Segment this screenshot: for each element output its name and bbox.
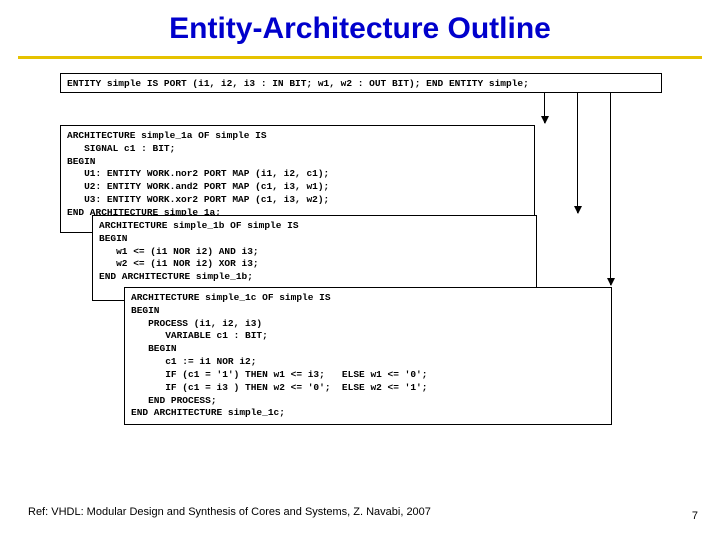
diagram-stage: ENTITY simple IS PORT (i1, i2, i3 : IN B… bbox=[40, 73, 680, 453]
arrow-to-arch-c bbox=[610, 93, 611, 285]
arrow-to-arch-b bbox=[577, 93, 578, 213]
arrow-to-arch-a bbox=[544, 93, 545, 123]
architecture-1c-box: ARCHITECTURE simple_1c OF simple IS BEGI… bbox=[124, 287, 612, 425]
reference-citation: Ref: VHDL: Modular Design and Synthesis … bbox=[28, 506, 431, 518]
page-number: 7 bbox=[692, 510, 698, 522]
title-divider bbox=[18, 56, 702, 59]
entity-declaration-box: ENTITY simple IS PORT (i1, i2, i3 : IN B… bbox=[60, 73, 662, 93]
slide-title: Entity-Architecture Outline bbox=[0, 0, 720, 56]
